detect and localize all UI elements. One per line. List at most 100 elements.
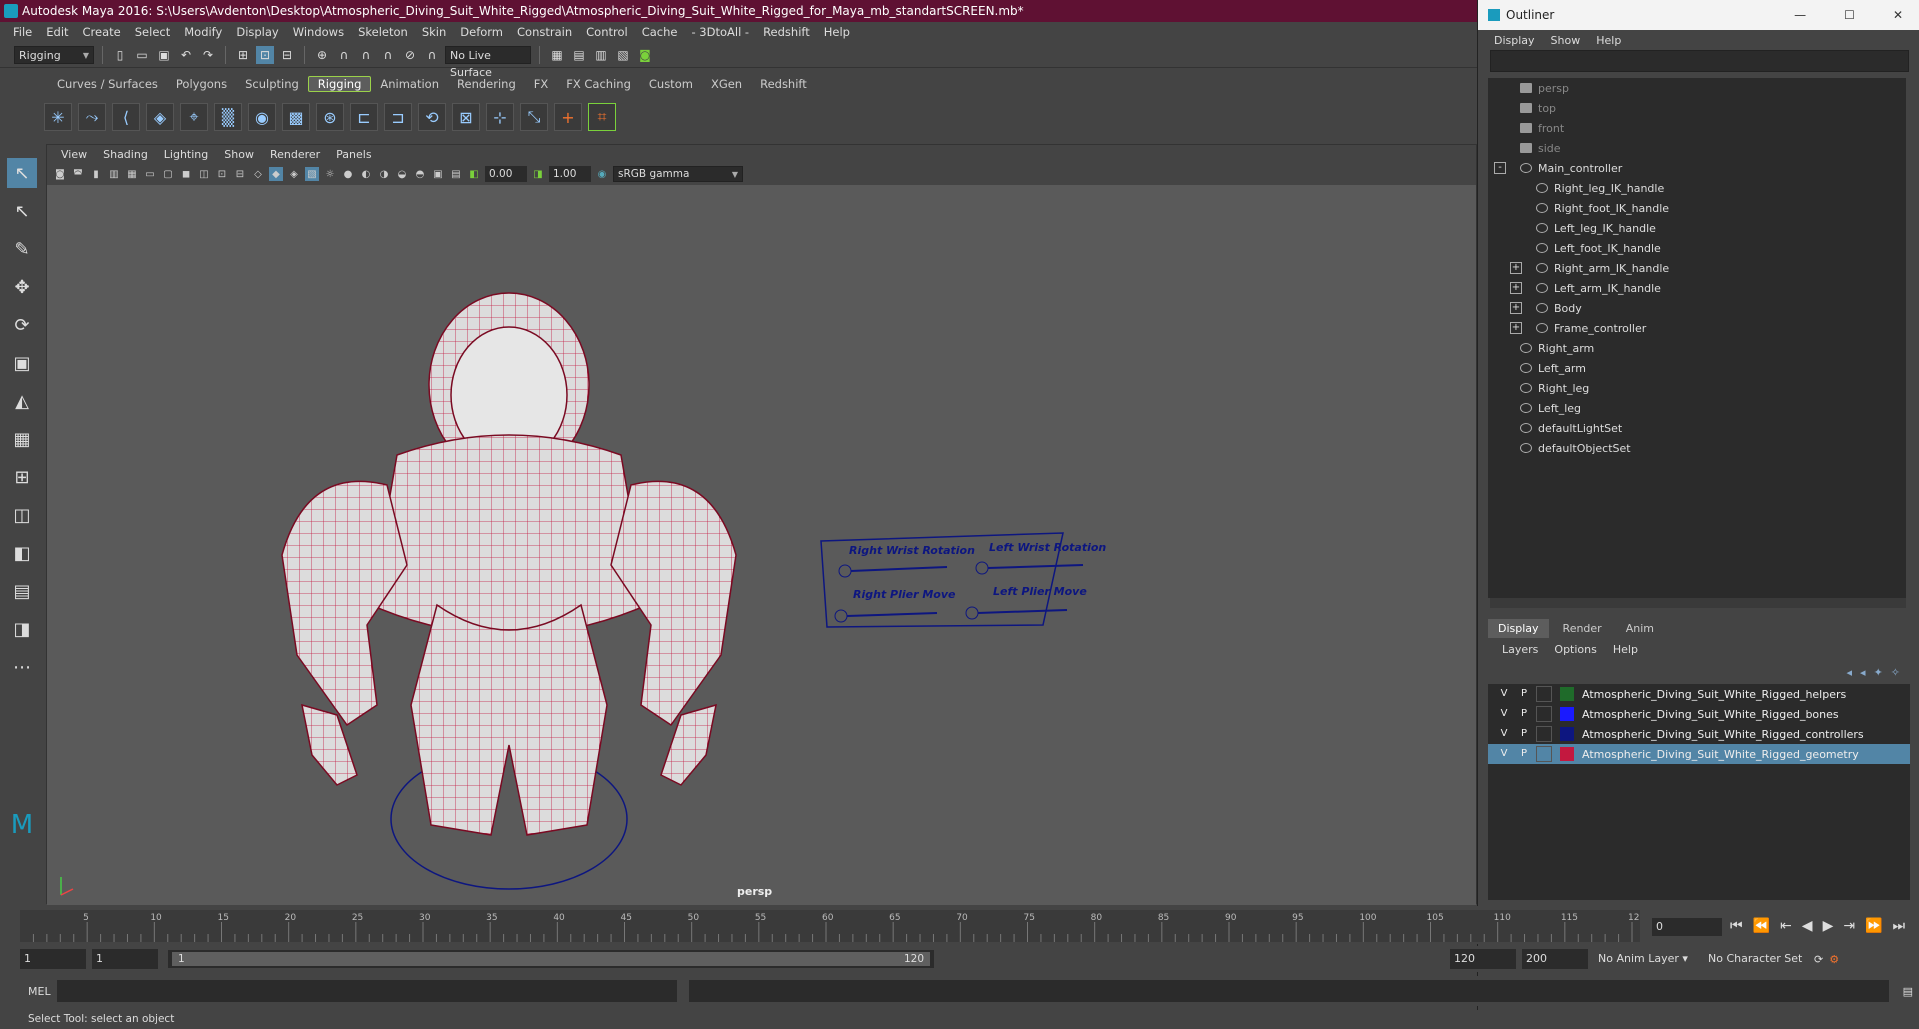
playback-end-field[interactable]: 120 <box>1450 949 1516 969</box>
gamma-field[interactable]: 1.00 <box>549 166 591 182</box>
exposure-field[interactable]: 0.00 <box>485 166 527 182</box>
layer-row[interactable]: V P Atmospheric_Diving_Suit_White_Rigged_h… <box>1488 684 1910 704</box>
layer-row[interactable]: V P Atmospheric_Diving_Suit_White_Rigged_g… <box>1488 744 1910 764</box>
shelf-tab[interactable]: Custom <box>640 77 702 91</box>
expand-icon[interactable]: + <box>1510 322 1522 334</box>
go-to-start-icon[interactable]: ⏮ <box>1730 918 1743 934</box>
four-pane-layout-icon[interactable]: ⊞ <box>7 462 37 492</box>
image-plane-icon[interactable]: ▥ <box>107 167 121 181</box>
gate-mask-icon[interactable]: ◼ <box>179 167 193 181</box>
shelf-tab[interactable]: FX Caching <box>557 77 640 91</box>
layer-row[interactable]: V P Atmospheric_Diving_Suit_White_Rigged_c… <box>1488 724 1910 744</box>
scale-tool-icon[interactable]: ▣ <box>7 348 37 378</box>
menu-item[interactable]: Skin <box>415 25 453 39</box>
shelf-tab[interactable]: Redshift <box>751 77 816 91</box>
persp-outliner-layout-icon[interactable]: ◧ <box>7 538 37 568</box>
shelf-tab[interactable]: Rigging <box>307 76 372 92</box>
expand-icon[interactable]: + <box>1510 302 1522 314</box>
render-frame-icon[interactable]: ▤ <box>570 46 588 64</box>
outliner-item[interactable]: + Left_arm_IK_handle <box>1488 278 1906 298</box>
animation-start-field[interactable]: 1 <box>20 949 86 969</box>
isolate-select-icon[interactable]: ◓ <box>413 167 427 181</box>
snap-point-icon[interactable]: ∩ <box>357 46 375 64</box>
joint-tool-icon[interactable]: ✳ <box>44 103 72 131</box>
outliner-menu-item[interactable]: Help <box>1588 34 1629 47</box>
anti-aliasing-icon[interactable]: ◒ <box>395 167 409 181</box>
snap-surface-icon[interactable]: ⊘ <box>401 46 419 64</box>
layer-color-swatch[interactable] <box>1560 727 1574 741</box>
collapse-icon[interactable]: - <box>1494 162 1506 174</box>
snap-grid-icon[interactable]: ⊕ <box>313 46 331 64</box>
outliner-item[interactable]: + Frame_controller <box>1488 318 1906 338</box>
menu-item[interactable]: Control <box>579 25 635 39</box>
time-slider-track[interactable]: 5 10 15 20 25 30 35 40 45 50 55 60 65 70 75 80 85 90 95 100… <box>20 910 1640 942</box>
outliner-item[interactable]: front <box>1488 118 1906 138</box>
smooth-shade-icon[interactable]: ◆ <box>269 167 283 181</box>
menu-item[interactable]: Skeleton <box>351 25 415 39</box>
anim-layer-dropdown[interactable]: No Anim Layer ▾ <box>1594 949 1698 969</box>
xray-icon[interactable]: ▣ <box>431 167 445 181</box>
outliner-item[interactable]: side <box>1488 138 1906 158</box>
lattice-icon[interactable]: ▩ <box>282 103 310 131</box>
ik-spline-tool-icon[interactable]: ⟨ <box>112 103 140 131</box>
select-component-icon[interactable]: ⊟ <box>278 46 296 64</box>
left-plier-slider-knob[interactable] <box>965 606 979 620</box>
outliner-item[interactable]: Right_leg_IK_handle <box>1488 178 1906 198</box>
outliner-item[interactable]: top <box>1488 98 1906 118</box>
outliner-item[interactable]: + Body <box>1488 298 1906 318</box>
xray-joints-icon[interactable]: ▤ <box>449 167 463 181</box>
locator-icon[interactable]: + <box>554 103 582 131</box>
viewport-menu-item[interactable]: View <box>53 148 95 161</box>
command-input[interactable] <box>56 980 677 1002</box>
new-scene-icon[interactable]: ▯ <box>111 46 129 64</box>
menu-item[interactable]: Edit <box>39 25 75 39</box>
layer-visibility-toggle[interactable]: V <box>1496 706 1512 722</box>
wireframe-on-shaded-icon[interactable]: ◈ <box>287 167 301 181</box>
more-layouts-icon[interactable]: ⋯ <box>7 652 37 682</box>
layer-color-swatch[interactable] <box>1560 747 1574 761</box>
playback-start-field[interactable]: 1 <box>92 949 158 969</box>
last-tool-icon[interactable]: ◭ <box>7 386 37 416</box>
layer-display-type-toggle[interactable] <box>1536 686 1552 702</box>
gamma-icon[interactable]: ◨ <box>531 167 545 181</box>
menu-item[interactable]: File <box>6 25 39 39</box>
scale-constraint-icon[interactable]: ⊠ <box>452 103 480 131</box>
layer-color-swatch[interactable] <box>1560 687 1574 701</box>
layer-editor-tab[interactable]: Display <box>1488 619 1549 638</box>
outliner-item[interactable]: Right_leg <box>1488 378 1906 398</box>
outliner-item[interactable]: Left_leg_IK_handle <box>1488 218 1906 238</box>
hand-controls-board[interactable]: Right Wrist Rotation Left Wrist Rotation… <box>820 532 1106 628</box>
step-back-key-icon[interactable]: ⇤ <box>1780 918 1792 934</box>
exposure-icon[interactable]: ◧ <box>467 167 481 181</box>
layer-editor-tab[interactable]: Anim <box>1616 619 1664 638</box>
outliner-item[interactable]: + Right_arm_IK_handle <box>1488 258 1906 278</box>
live-surface-field[interactable]: No Live Surface <box>445 45 531 79</box>
redo-icon[interactable]: ↷ <box>199 46 217 64</box>
layer-display-type-toggle[interactable] <box>1536 726 1552 742</box>
outliner-item[interactable]: Right_foot_IK_handle <box>1488 198 1906 218</box>
menu-item[interactable]: - 3DtoAll - <box>684 25 756 39</box>
layer-playback-toggle[interactable]: P <box>1516 706 1532 722</box>
close-icon[interactable]: ✕ <box>1893 8 1903 22</box>
outliner-item[interactable]: defaultLightSet <box>1488 418 1906 438</box>
outliner-item[interactable]: Left_arm <box>1488 358 1906 378</box>
outliner-menu-item[interactable]: Display <box>1486 34 1543 47</box>
expand-icon[interactable]: + <box>1510 262 1522 274</box>
step-back-icon[interactable]: ⏪ <box>1753 918 1770 934</box>
grid-toggle-icon[interactable]: ▦ <box>125 167 139 181</box>
menu-item[interactable]: Select <box>128 25 177 39</box>
script-editor-icon[interactable]: ▤ <box>1903 985 1913 998</box>
menu-item[interactable]: Create <box>76 25 128 39</box>
script-language-label[interactable]: MEL <box>28 985 51 998</box>
outliner-item[interactable]: Right_arm <box>1488 338 1906 358</box>
single-pane-layout-icon[interactable]: ▦ <box>7 424 37 454</box>
go-to-end-icon[interactable]: ⏭ <box>1893 918 1906 934</box>
custom-script-icon[interactable]: ⌗ <box>588 103 616 131</box>
point-constraint-icon[interactable]: ⊐ <box>384 103 412 131</box>
snap-curve-icon[interactable]: ∩ <box>335 46 353 64</box>
shelf-tab[interactable]: Animation <box>371 77 448 91</box>
wireframe-icon[interactable]: ◇ <box>251 167 265 181</box>
persp-graph-layout-icon[interactable]: ▤ <box>7 576 37 606</box>
step-forward-icon[interactable]: ⏩ <box>1865 918 1882 934</box>
character-set-dropdown[interactable]: No Character Set <box>1704 949 1808 969</box>
